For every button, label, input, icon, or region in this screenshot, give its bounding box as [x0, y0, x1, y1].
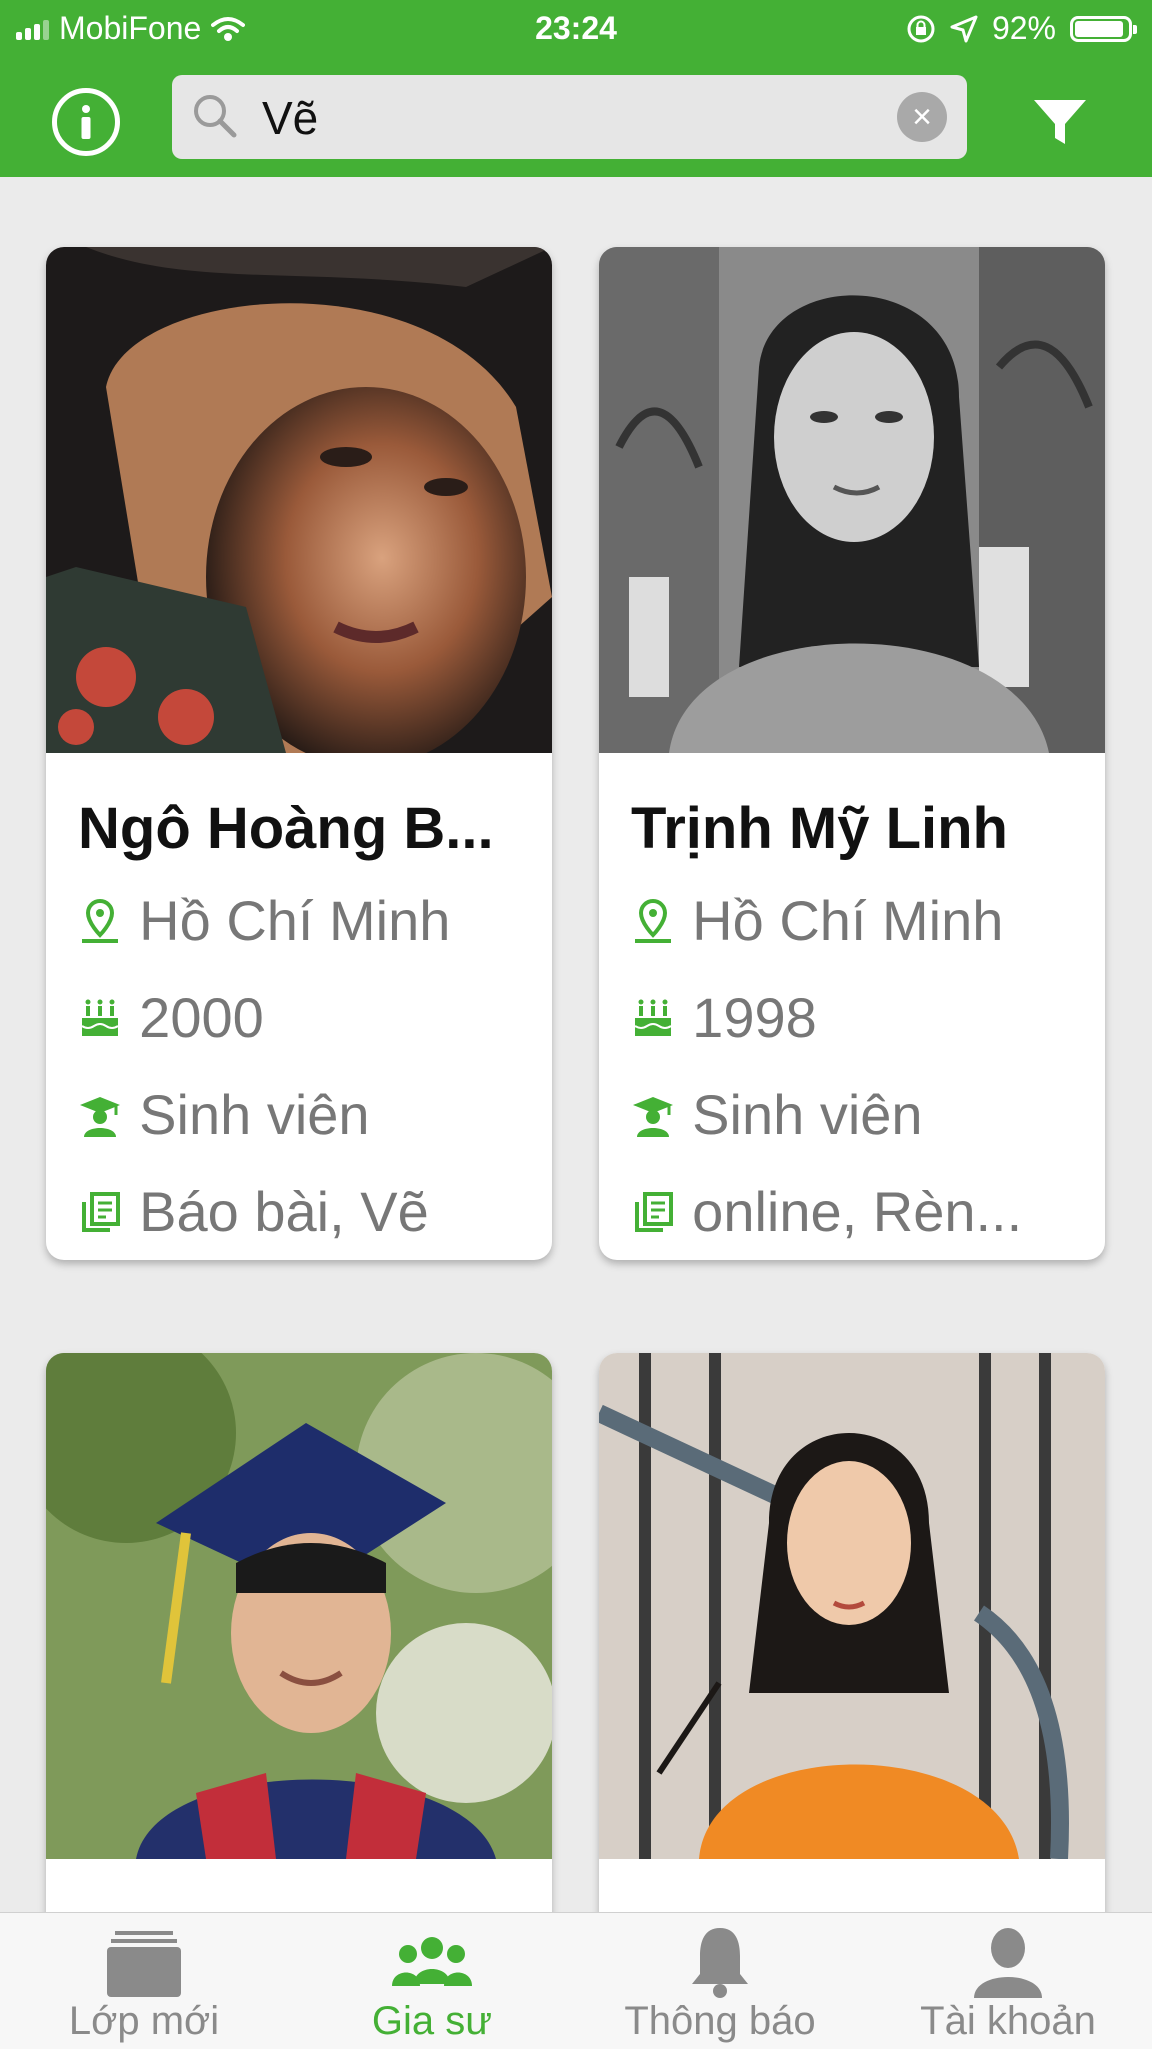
app-header: MobiFone 23:24 92% Vẽ × [0, 0, 1152, 177]
tab-bar: Lớp mới Gia sư Thông báo Tài khoản [0, 1912, 1152, 2049]
battery-fill [1075, 20, 1123, 37]
tutor-card[interactable]: Trịnh Mỹ Linh Hồ Chí Minh 1998 Sinh viên… [599, 247, 1105, 1260]
tab-tai-khoan[interactable]: Tài khoản [864, 1913, 1152, 2049]
rotation-lock-icon [907, 15, 935, 42]
tab-lop-moi[interactable]: Lớp mới [0, 1913, 288, 2049]
tutor-card[interactable] [599, 1353, 1105, 1953]
tutor-birth-row: 1998 [629, 969, 1105, 1066]
tutor-birth-row: 2000 [76, 969, 552, 1066]
info-button[interactable] [52, 88, 120, 156]
tab-gia-su[interactable]: Gia sư [288, 1913, 576, 2049]
location-arrow-icon [950, 15, 978, 42]
portrait-woman-grayscale [599, 247, 1105, 753]
bell-icon [576, 1923, 864, 2001]
location-pin-icon [76, 897, 123, 945]
tutor-birth-year: 2000 [139, 986, 264, 1049]
battery-percent: 92% [991, 10, 1056, 46]
tutor-birth-year: 1998 [692, 986, 817, 1049]
tab-label: Tài khoản [920, 1999, 1096, 2043]
graduate-icon [629, 1091, 676, 1139]
tutor-name: Trịnh Mỹ Linh [631, 796, 1008, 861]
book-icon [76, 1188, 123, 1236]
tutor-subjects-row: Báo bài, Vẽ [76, 1163, 552, 1260]
tutor-name: Ngô Hoàng B... [78, 796, 494, 861]
location-pin-icon [629, 897, 676, 945]
clear-icon: × [912, 98, 932, 136]
tutor-card[interactable]: Ngô Hoàng B... Hồ Chí Minh 2000 Sinh viê… [46, 247, 552, 1260]
tutor-card[interactable] [46, 1353, 552, 1953]
cake-icon [76, 994, 123, 1042]
clear-search-button[interactable]: × [897, 92, 947, 142]
tab-label: Gia sư [371, 1999, 493, 2043]
portrait-woman-warm-light [46, 247, 552, 753]
tutor-photo [46, 1353, 552, 1859]
search-input[interactable] [260, 85, 844, 151]
tab-thong-bao[interactable]: Thông báo [576, 1913, 864, 2049]
search-icon [194, 95, 237, 138]
tutor-photo [599, 247, 1105, 753]
tab-label: Lớp mới [68, 1999, 220, 2043]
tab-label: Thông báo [624, 1999, 816, 2043]
tutor-occupation-row: Sinh viên [629, 1066, 1105, 1163]
tutor-subjects-row: online, Rèn... [629, 1163, 1105, 1260]
portrait-man-graduation [46, 1353, 552, 1859]
tutor-location-row: Hồ Chí Minh [76, 872, 552, 969]
tutor-location-row: Hồ Chí Minh [629, 872, 1105, 969]
tutor-occupation-row: Sinh viên [76, 1066, 552, 1163]
filter-icon[interactable] [1030, 92, 1090, 152]
classes-icon [0, 1923, 288, 2001]
cake-icon [629, 994, 676, 1042]
tutor-occupation: Sinh viên [692, 1083, 923, 1146]
book-icon [629, 1188, 676, 1236]
tutor-location: Hồ Chí Minh [139, 889, 451, 952]
tutor-photo [46, 247, 552, 753]
status-right: 92% [906, 10, 1137, 47]
battery-icon [1070, 15, 1137, 42]
tutor-subjects: Báo bài, Vẽ [139, 1180, 429, 1243]
tutors-icon [288, 1923, 576, 2001]
tutor-occupation: Sinh viên [139, 1083, 370, 1146]
portrait-woman-orange-shirt [599, 1353, 1105, 1859]
tutor-photo [599, 1353, 1105, 1859]
search-bar[interactable]: × [172, 75, 967, 159]
graduate-icon [76, 1091, 123, 1139]
tutor-subjects: online, Rèn... [692, 1180, 1023, 1243]
info-circle-icon [81, 105, 91, 139]
account-icon [864, 1923, 1152, 2001]
tutor-location: Hồ Chí Minh [692, 889, 1004, 952]
status-bar: MobiFone 23:24 92% [0, 0, 1152, 58]
